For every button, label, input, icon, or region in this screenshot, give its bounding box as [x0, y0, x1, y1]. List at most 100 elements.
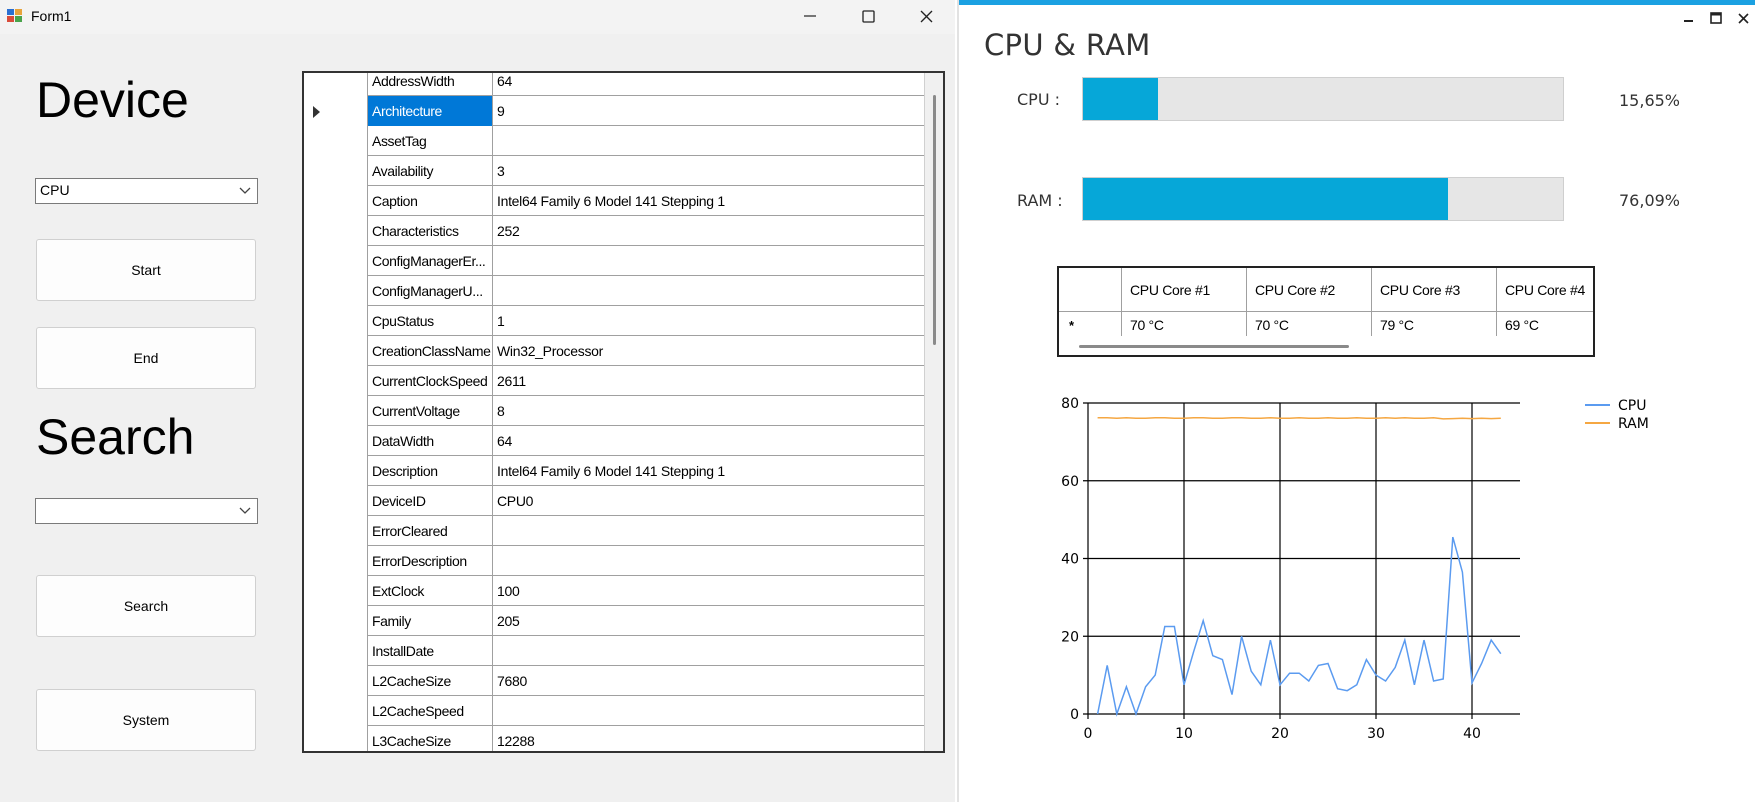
property-name-cell[interactable]: ErrorDescription — [368, 546, 493, 576]
device-combo[interactable]: CPU — [35, 178, 258, 204]
row-header-cell[interactable] — [304, 336, 368, 366]
property-value-cell[interactable]: 252 — [493, 216, 924, 246]
property-name-cell[interactable]: Availability — [368, 156, 493, 186]
property-value-cell[interactable]: 64 — [493, 73, 924, 96]
close-button[interactable] — [897, 0, 955, 32]
property-value-cell[interactable] — [493, 696, 924, 726]
property-name-cell[interactable]: Characteristics — [368, 216, 493, 246]
table-row[interactable]: DeviceID CPU0 — [304, 486, 924, 516]
property-value-cell[interactable]: 205 — [493, 606, 924, 636]
property-name-cell[interactable]: AssetTag — [368, 126, 493, 156]
property-value-cell[interactable] — [493, 246, 924, 276]
property-value-cell[interactable]: 7680 — [493, 666, 924, 696]
start-button[interactable]: Start — [36, 239, 256, 301]
row-header-cell[interactable] — [304, 546, 368, 576]
row-header-cell[interactable] — [304, 156, 368, 186]
table-row[interactable]: CreationClassName Win32_Processor — [304, 336, 924, 366]
table-row[interactable]: Architecture 9 — [304, 96, 924, 126]
table-row[interactable]: Availability 3 — [304, 156, 924, 186]
core-header[interactable]: CPU Core #3 — [1372, 268, 1497, 312]
property-name-cell[interactable]: Architecture — [368, 96, 493, 126]
property-name-cell[interactable]: ConfigManagerEr... — [368, 246, 493, 276]
row-header-cell[interactable] — [304, 96, 368, 126]
property-name-cell[interactable]: DeviceID — [368, 486, 493, 516]
table-row[interactable]: ErrorDescription — [304, 546, 924, 576]
core-temperature-grid[interactable]: CPU Core #1 CPU Core #2 CPU Core #3 CPU … — [1057, 266, 1595, 357]
property-value-cell[interactable]: 12288 — [493, 726, 924, 751]
core-temp-cell[interactable]: 70 °C — [1122, 312, 1247, 336]
core-header[interactable]: CPU Core #2 — [1247, 268, 1372, 312]
table-row[interactable]: L2CacheSize 7680 — [304, 666, 924, 696]
property-name-cell[interactable]: CpuStatus — [368, 306, 493, 336]
property-value-cell[interactable] — [493, 546, 924, 576]
row-header-cell[interactable] — [304, 516, 368, 546]
property-name-cell[interactable]: AddressWidth — [368, 73, 493, 96]
row-header-cell[interactable] — [304, 666, 368, 696]
property-value-cell[interactable]: Intel64 Family 6 Model 141 Stepping 1 — [493, 186, 924, 216]
table-row[interactable]: Characteristics 252 — [304, 216, 924, 246]
property-value-cell[interactable]: 8 — [493, 396, 924, 426]
property-name-cell[interactable]: Family — [368, 606, 493, 636]
core-temp-cell[interactable]: 70 °C — [1247, 312, 1372, 336]
property-value-cell[interactable] — [493, 636, 924, 666]
table-row[interactable]: AssetTag — [304, 126, 924, 156]
minimize-button[interactable] — [1678, 8, 1700, 28]
row-header-cell[interactable] — [304, 73, 368, 96]
end-button[interactable]: End — [36, 327, 256, 389]
table-row[interactable]: CurrentClockSpeed 2611 — [304, 366, 924, 396]
row-header-cell[interactable] — [304, 246, 368, 276]
row-header-cell[interactable] — [304, 366, 368, 396]
close-button[interactable] — [1732, 8, 1754, 28]
maximize-button[interactable] — [1705, 8, 1727, 28]
property-value-cell[interactable]: 9 — [493, 96, 924, 126]
form1-titlebar[interactable]: Form1 — [0, 0, 955, 34]
table-row[interactable]: Description Intel64 Family 6 Model 141 St… — [304, 456, 924, 486]
grid-vertical-scrollbar[interactable] — [924, 73, 943, 751]
row-header-cell[interactable] — [304, 636, 368, 666]
search-button[interactable]: Search — [36, 575, 256, 637]
table-row[interactable]: ErrorCleared — [304, 516, 924, 546]
property-value-cell[interactable]: 100 — [493, 576, 924, 606]
row-header-cell[interactable] — [304, 696, 368, 726]
property-name-cell[interactable]: InstallDate — [368, 636, 493, 666]
row-header-cell[interactable] — [304, 426, 368, 456]
property-value-cell[interactable]: 2611 — [493, 366, 924, 396]
table-row[interactable]: CpuStatus 1 — [304, 306, 924, 336]
row-header-cell[interactable] — [304, 306, 368, 336]
table-row[interactable]: DataWidth 64 — [304, 426, 924, 456]
property-value-cell[interactable]: 3 — [493, 156, 924, 186]
row-header-cell[interactable] — [304, 396, 368, 426]
property-value-cell[interactable] — [493, 276, 924, 306]
property-name-cell[interactable]: CurrentVoltage — [368, 396, 493, 426]
core-header[interactable]: CPU Core #4 — [1497, 268, 1593, 312]
property-name-cell[interactable]: Description — [368, 456, 493, 486]
property-name-cell[interactable]: ErrorCleared — [368, 516, 493, 546]
property-value-cell[interactable]: 64 — [493, 426, 924, 456]
property-value-cell[interactable]: 1 — [493, 306, 924, 336]
property-name-cell[interactable]: L2CacheSpeed — [368, 696, 493, 726]
property-value-cell[interactable] — [493, 126, 924, 156]
row-header-cell[interactable] — [304, 216, 368, 246]
row-header-cell[interactable] — [304, 576, 368, 606]
row-header-cell[interactable] — [304, 486, 368, 516]
table-row[interactable]: ConfigManagerU... — [304, 276, 924, 306]
core-grid-scroll-thumb[interactable] — [1079, 345, 1349, 348]
property-name-cell[interactable]: CurrentClockSpeed — [368, 366, 493, 396]
table-row[interactable]: L2CacheSpeed — [304, 696, 924, 726]
row-header-cell[interactable] — [304, 456, 368, 486]
property-name-cell[interactable]: ConfigManagerU... — [368, 276, 493, 306]
table-row[interactable]: Family 205 — [304, 606, 924, 636]
maximize-button[interactable] — [839, 0, 897, 32]
core-temp-cell[interactable]: 69 °C — [1497, 312, 1593, 336]
row-header-cell[interactable] — [304, 186, 368, 216]
property-name-cell[interactable]: CreationClassName — [368, 336, 493, 366]
table-row[interactable]: InstallDate — [304, 636, 924, 666]
table-row[interactable]: CurrentVoltage 8 — [304, 396, 924, 426]
property-name-cell[interactable]: DataWidth — [368, 426, 493, 456]
core-header[interactable]: CPU Core #1 — [1122, 268, 1247, 312]
property-name-cell[interactable]: ExtClock — [368, 576, 493, 606]
property-value-cell[interactable] — [493, 516, 924, 546]
row-header-cell[interactable] — [304, 276, 368, 306]
property-value-cell[interactable]: CPU0 — [493, 486, 924, 516]
row-header-cell[interactable] — [304, 126, 368, 156]
